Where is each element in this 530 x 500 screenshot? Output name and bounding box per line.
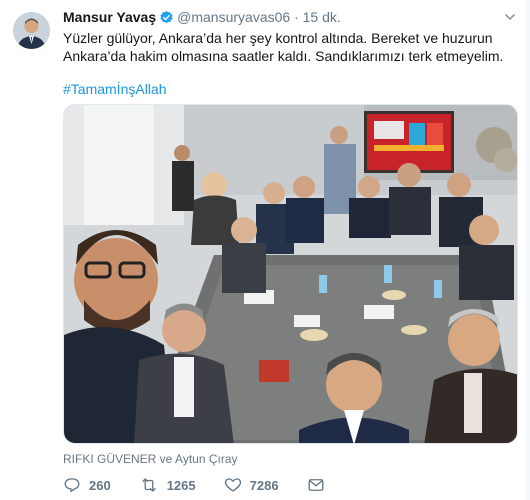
like-count: 7286 [249,477,279,493]
chevron-down-icon[interactable] [504,10,516,28]
tweet-text: Yüzler gülüyor, Ankara’da her şey kontro… [63,30,504,64]
header-separator: · [294,9,299,25]
scrollbar[interactable] [526,0,530,500]
tweet-header: Mansur Yavaş @mansuryavas06 · 15 dk. [63,8,341,29]
avatar-image [13,12,50,49]
heart-icon [224,478,241,492]
verified-badge-icon [159,10,174,29]
reply-button[interactable]: 260 [63,476,111,494]
tweet-actions: 260 1265 7286 [63,476,333,494]
retweet-button[interactable]: 1265 [139,476,196,494]
group-photo-image [64,105,517,443]
like-button[interactable]: 7286 [224,476,279,494]
reply-count: 260 [89,477,111,493]
author-handle[interactable]: @mansuryavas06 [177,9,290,25]
reply-icon [64,478,80,493]
tweet-photo[interactable] [63,104,518,444]
tagged-people[interactable]: RIFKI GÜVENER ve Aytun Çıray [63,452,238,466]
avatar[interactable] [13,12,50,49]
direct-message-button[interactable] [307,476,333,494]
hashtag-link[interactable]: #TamamİnşAllah [63,81,167,97]
retweet-icon [142,478,156,492]
tweet-timestamp[interactable]: 15 dk. [303,9,341,25]
direct-message-icon [308,479,323,491]
author-name[interactable]: Mansur Yavaş [63,9,156,25]
retweet-count: 1265 [166,477,196,493]
